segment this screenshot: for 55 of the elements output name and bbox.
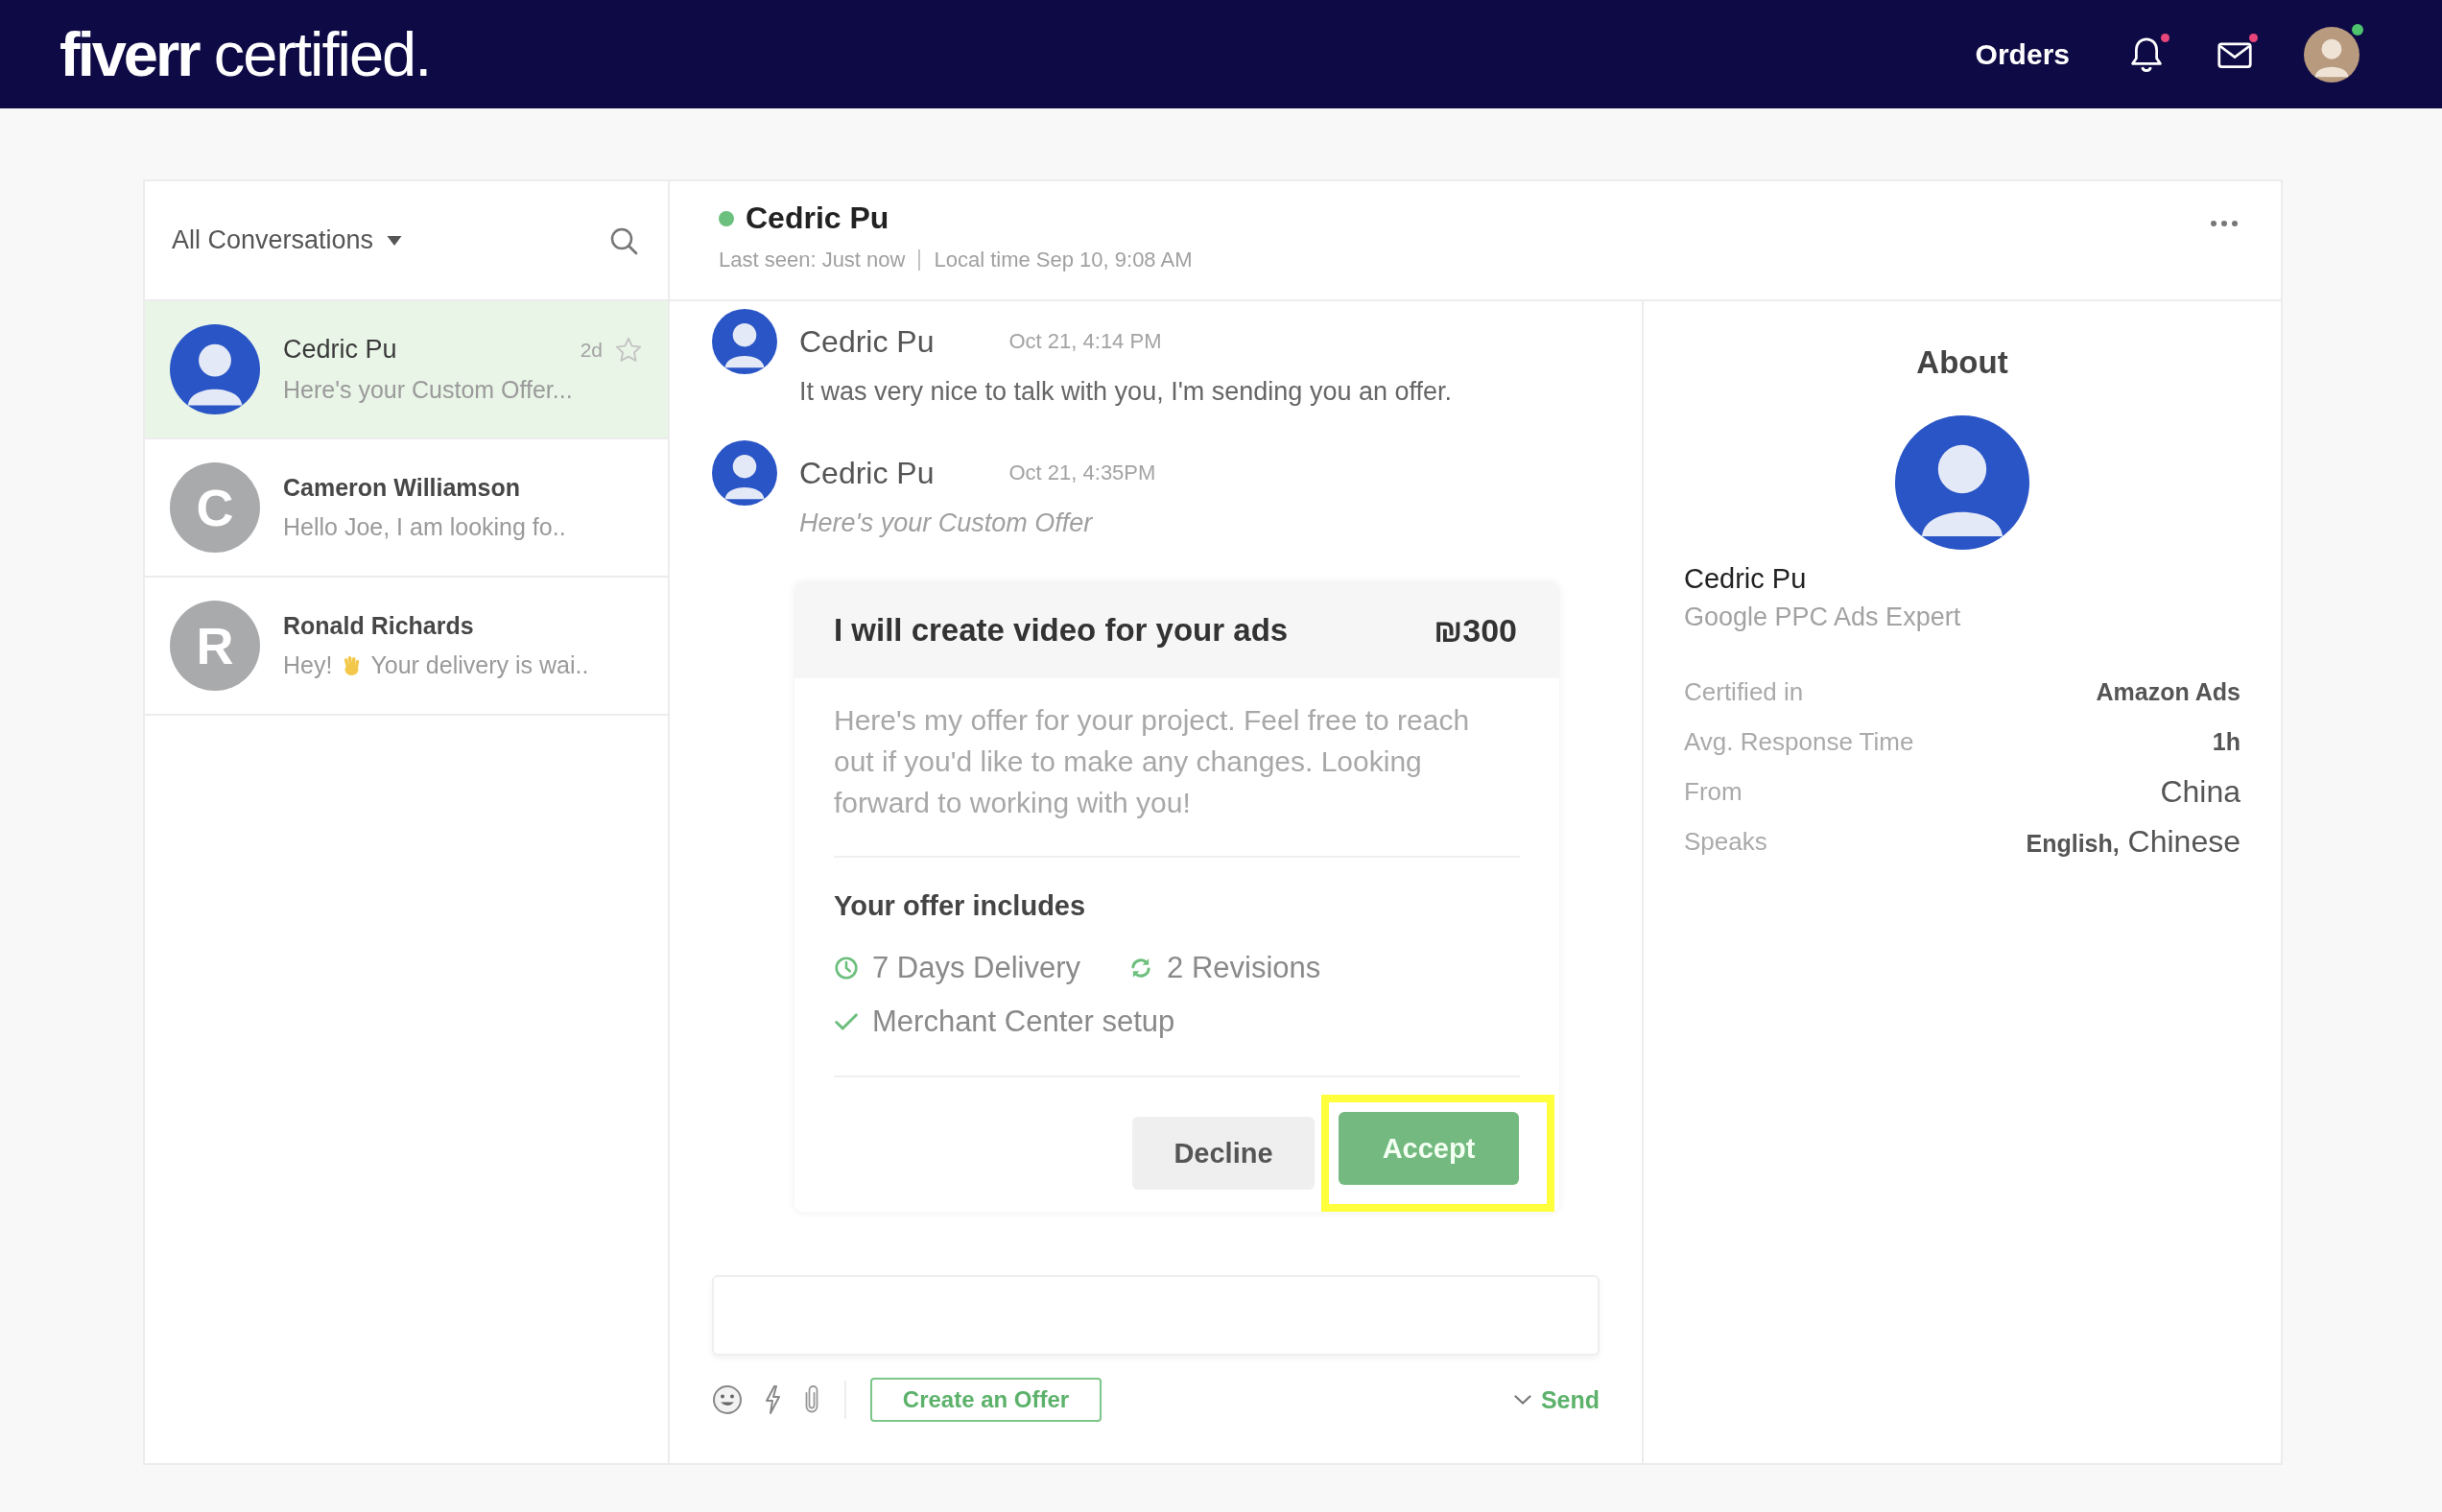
message-preview: Hello Joe, I am looking fo.. bbox=[283, 513, 566, 541]
chevron-down-icon[interactable] bbox=[1513, 1395, 1531, 1405]
conversation-item[interactable]: C Cameron Williamson Hello Joe, I am looking fo.. bbox=[145, 439, 668, 578]
nav-link[interactable]: Orders bbox=[1975, 37, 2070, 71]
conversation-item[interactable]: R Ronald Richards Hey! Your delivery is wai.. bbox=[145, 578, 668, 716]
message-preview: Hey! bbox=[283, 651, 333, 679]
detail-value: China bbox=[2160, 773, 2240, 810]
message-time: Oct 21, 4:35PM bbox=[1008, 461, 1156, 485]
detail-value: 1h bbox=[2212, 727, 2240, 756]
contact-name: Cameron Williamson bbox=[283, 474, 521, 502]
about-heading: About bbox=[1915, 344, 2009, 381]
message-text: Here's your Custom Offer bbox=[799, 508, 1094, 539]
detail-label: Speaks bbox=[1684, 826, 1767, 857]
offer-description: Here's my offer for your project. Feel free to reach out if you'd like to make any changes. Looking forward to working with you! bbox=[834, 703, 1471, 820]
conversation-filter-dropdown[interactable]: All Conversations bbox=[172, 225, 403, 255]
user-avatar bbox=[712, 440, 777, 506]
message-preview: Your delivery is wai.. bbox=[370, 651, 589, 679]
conversation-item[interactable]: Cedric Pu 2d Here's your Custom Offer... bbox=[145, 301, 668, 439]
offer-price: ₪300 bbox=[1434, 611, 1517, 650]
user-avatar[interactable] bbox=[2304, 26, 2359, 83]
offer-feature: 7 Days Delivery bbox=[872, 951, 1081, 985]
sender-name: Cedric Pu bbox=[799, 455, 935, 491]
detail-label: Certified in bbox=[1684, 676, 1804, 707]
caret-icon bbox=[387, 235, 403, 246]
message-text: It was very nice to talk with you, I'm sending you an offer. bbox=[799, 376, 1453, 408]
message-preview: Here's your Custom Offer... bbox=[283, 376, 573, 404]
seller-title: Google PPC Ads Expert bbox=[1684, 602, 1962, 632]
detail-label: Avg. Response Time bbox=[1684, 726, 1914, 757]
sender-name: Cedric Pu bbox=[799, 323, 935, 360]
star-icon[interactable] bbox=[614, 335, 643, 365]
letter-avatar: C bbox=[170, 462, 260, 553]
offer-title: I will create video for your ads bbox=[834, 612, 1289, 649]
contact-name: Cedric Pu bbox=[283, 335, 397, 365]
more-options-icon[interactable] bbox=[2210, 220, 2239, 227]
offer-feature: 2 Revisions bbox=[1167, 951, 1321, 985]
lightning-bolt-icon[interactable] bbox=[764, 1384, 781, 1415]
offer-feature: Merchant Center setup bbox=[872, 1004, 1175, 1039]
smiley-icon[interactable] bbox=[712, 1384, 743, 1415]
seller-name: Cedric Pu bbox=[1684, 563, 1808, 595]
detail-value: Amazon Ads bbox=[2096, 677, 2240, 706]
last-seen-text: Last seen: Just now bbox=[719, 248, 906, 272]
contact-name: Ronald Richards bbox=[283, 612, 474, 640]
clock-icon bbox=[834, 956, 859, 980]
paperclip-icon[interactable] bbox=[804, 1384, 819, 1415]
message-time: Oct 21, 4:14 PM bbox=[1008, 329, 1162, 354]
letter-avatar: R bbox=[170, 601, 260, 691]
decline-button[interactable]: Decline bbox=[1132, 1117, 1315, 1190]
message-time: 2d bbox=[580, 338, 603, 362]
offer-includes-heading: Your offer includes bbox=[834, 890, 1087, 922]
logo[interactable]: fiverr certified. bbox=[59, 23, 431, 85]
user-avatar bbox=[712, 309, 777, 374]
detail-value: English, Chinese bbox=[2026, 823, 2240, 860]
contact-name: Cedric Pu bbox=[746, 201, 889, 236]
local-time-text: Local time Sep 10, 9:08 AM bbox=[934, 248, 1193, 272]
detail-label: From bbox=[1684, 776, 1743, 807]
